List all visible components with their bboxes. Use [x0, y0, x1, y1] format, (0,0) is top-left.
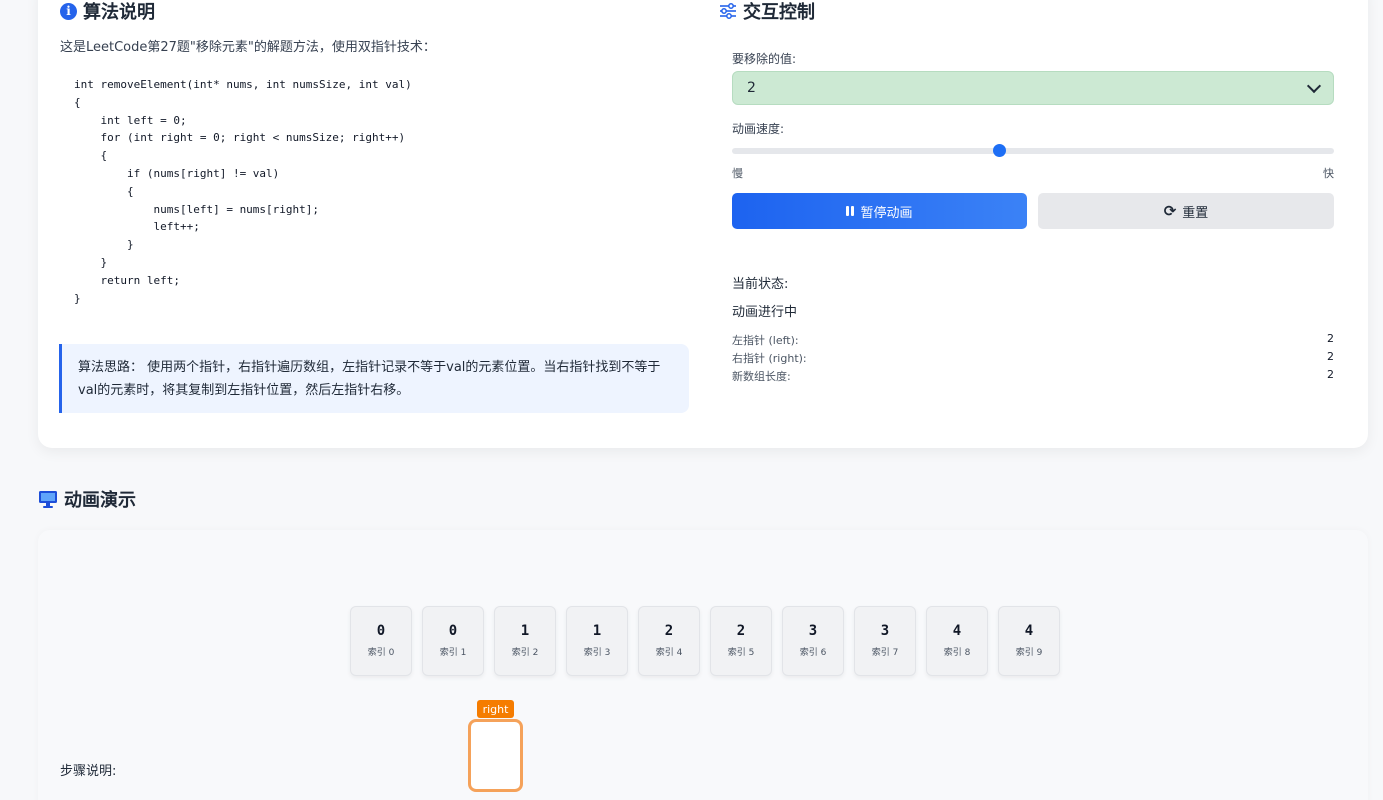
- code-block: int removeElement(int* nums, int numsSiz…: [74, 78, 412, 305]
- demo-heading: 动画演示: [38, 486, 136, 512]
- cell-index: 索引 0: [367, 648, 395, 658]
- status-value: 2: [1327, 332, 1334, 345]
- fast-label: 快: [1323, 167, 1334, 180]
- cell-value: 4: [952, 623, 962, 639]
- pause-button[interactable]: 暂停动画: [732, 193, 1027, 229]
- remove-value-label: 要移除的值:: [732, 52, 797, 66]
- status-title: 当前状态:: [732, 277, 789, 292]
- remove-value-select[interactable]: 2: [732, 71, 1334, 105]
- controls-title: 交互控制: [743, 2, 815, 23]
- cell-value: 2: [736, 623, 746, 639]
- status-label: 新数组长度:: [732, 370, 791, 383]
- array-cell: 0 索引 1: [422, 606, 484, 676]
- status-label: 右指针 (right):: [732, 352, 807, 365]
- sliders-icon: [719, 3, 737, 19]
- cell-value: 2: [664, 623, 674, 639]
- remove-value-selected: 2: [747, 80, 756, 96]
- cell-index: 索引 6: [799, 648, 827, 658]
- array-cell: 3 索引 6: [782, 606, 844, 676]
- cell-index: 索引 9: [1015, 648, 1043, 658]
- pause-icon: [846, 206, 855, 216]
- array-cell: 4 索引 9: [998, 606, 1060, 676]
- reset-button-label: 重置: [1182, 205, 1209, 221]
- cell-index: 索引 5: [727, 648, 755, 658]
- monitor-icon: [38, 490, 58, 508]
- status-label: 左指针 (left):: [732, 334, 799, 347]
- cell-value: 4: [1024, 623, 1034, 639]
- array-cell: 4 索引 8: [926, 606, 988, 676]
- algorithm-description: 这是LeetCode第27题"移除元素"的解题方法，使用双指针技术：: [60, 40, 436, 55]
- cell-value: 3: [808, 623, 818, 639]
- array-cells: 0 索引 0 0 索引 1 1 索引 2 1 索引 3 2 索引 4 2 索引 5 3 索引 …: [350, 606, 1060, 676]
- algorithm-title: 算法说明: [83, 2, 155, 23]
- sync-icon: ⟳: [1163, 202, 1177, 220]
- right-pointer-tag: right: [477, 700, 514, 718]
- slow-label: 慢: [732, 167, 743, 180]
- status-value: 2: [1327, 350, 1334, 363]
- cell-value: 0: [448, 623, 458, 639]
- status-value: 2: [1327, 368, 1334, 381]
- cell-index: 索引 8: [943, 648, 971, 658]
- info-circle-icon: i: [60, 2, 77, 20]
- array-cell: 1 索引 2: [494, 606, 556, 676]
- speed-label: 动画速度:: [732, 122, 785, 136]
- status-text: 动画进行中: [732, 305, 798, 320]
- status-row-length: 新数组长度: 2: [732, 368, 1334, 384]
- array-cell: 3 索引 7: [854, 606, 916, 676]
- cell-index: 索引 3: [583, 648, 611, 658]
- cell-value: 1: [592, 623, 602, 639]
- controls-heading: 交互控制: [719, 0, 815, 24]
- speed-slider[interactable]: [732, 144, 1334, 157]
- algorithm-note: 算法思路： 使用两个指针，右指针遍历数组，左指针记录不等于val的元素位置。当右…: [59, 344, 689, 413]
- demo-title: 动画演示: [64, 490, 136, 511]
- cell-value: 0: [376, 623, 386, 639]
- cell-value: 3: [880, 623, 890, 639]
- reset-button[interactable]: ⟳ 重置: [1038, 193, 1334, 229]
- status-row-right: 右指针 (right): 2: [732, 350, 1334, 366]
- step-label: 步骤说明:: [60, 764, 117, 779]
- cell-value: 1: [520, 623, 530, 639]
- array-cell: 2 索引 5: [710, 606, 772, 676]
- pause-button-label: 暂停动画: [860, 205, 913, 221]
- status-row-left: 左指针 (left): 2: [732, 332, 1334, 348]
- right-pointer-box: [468, 719, 523, 792]
- cell-index: 索引 2: [511, 648, 539, 658]
- chevron-down-icon: [1306, 78, 1322, 93]
- cell-index: 索引 4: [655, 648, 683, 658]
- array-cell: 2 索引 4: [638, 606, 700, 676]
- array-cell: 0 索引 0: [350, 606, 412, 676]
- cell-index: 索引 1: [439, 648, 467, 658]
- cell-index: 索引 7: [871, 648, 899, 658]
- algorithm-heading: i 算法说明: [60, 0, 155, 24]
- array-cell: 1 索引 3: [566, 606, 628, 676]
